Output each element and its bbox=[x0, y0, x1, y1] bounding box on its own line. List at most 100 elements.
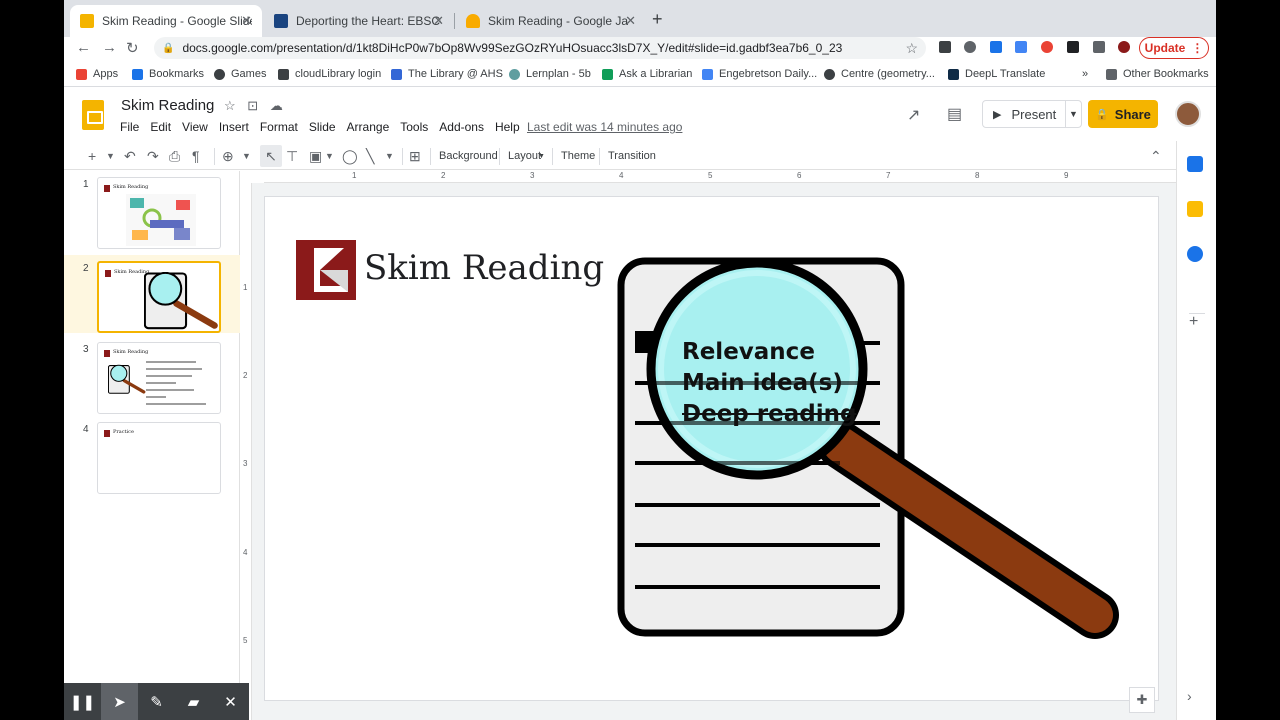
google-slides-logo-icon[interactable] bbox=[82, 100, 104, 130]
bookmark-cloudlibrary[interactable]: cloudLibrary login bbox=[278, 68, 381, 80]
tab-ebscohost[interactable]: Deporting the Heart: EBSCOhost ✕ bbox=[264, 5, 454, 37]
ebsco-favicon-icon bbox=[274, 14, 288, 28]
close-tab-icon[interactable]: ✕ bbox=[625, 13, 636, 29]
undo-icon[interactable]: ↶ bbox=[124, 148, 136, 165]
cloud-saved-icon[interactable]: ☁ bbox=[270, 98, 283, 113]
layout-button[interactable]: Layout bbox=[508, 150, 541, 162]
close-tab-icon[interactable]: ✕ bbox=[241, 13, 252, 29]
menu-insert[interactable]: Insert bbox=[219, 120, 249, 134]
forward-icon[interactable]: → bbox=[102, 39, 117, 56]
bookmark-label: cloudLibrary login bbox=[295, 68, 382, 80]
current-slide[interactable]: Skim Reading Relevance Main idea(s) Deep… bbox=[265, 197, 1158, 700]
transition-button[interactable]: Transition bbox=[608, 150, 656, 162]
extension-icon[interactable] bbox=[939, 41, 951, 53]
add-speaker-notes-icon[interactable]: ✚ bbox=[1129, 687, 1155, 713]
bookmarks-overflow-button[interactable]: » bbox=[1082, 68, 1088, 80]
new-tab-icon[interactable]: + bbox=[652, 9, 663, 30]
image-dropdown-icon[interactable]: ▼ bbox=[325, 151, 334, 161]
slide-thumbnail-2[interactable]: 2 Skim Reading bbox=[64, 255, 240, 333]
share-button[interactable]: 🔒 Share bbox=[1088, 100, 1158, 128]
insert-image-icon[interactable]: ▣ bbox=[309, 148, 322, 165]
keep-icon[interactable] bbox=[1187, 201, 1203, 217]
menu-arrange[interactable]: Arrange bbox=[347, 120, 390, 134]
document-title[interactable]: Skim Reading bbox=[121, 97, 214, 114]
menu-tools[interactable]: Tools bbox=[400, 120, 428, 134]
expand-side-panel-icon[interactable]: › bbox=[1187, 688, 1192, 704]
grid-extension-icon[interactable] bbox=[1067, 41, 1079, 53]
bookmark-apps[interactable]: Apps bbox=[76, 68, 118, 80]
background-button[interactable]: Background bbox=[439, 150, 498, 162]
close-icon[interactable]: ✕ bbox=[212, 683, 249, 720]
reload-icon[interactable]: ↻ bbox=[126, 39, 139, 57]
tab-title: Skim Reading - Google Slides bbox=[102, 14, 252, 28]
slide-title[interactable]: Skim Reading bbox=[364, 248, 604, 288]
magnifier-document-icon[interactable] bbox=[615, 255, 1125, 655]
slide-thumbnail-1[interactable]: 1 Skim Reading bbox=[64, 171, 240, 249]
layout-dropdown-icon[interactable]: ▼ bbox=[538, 153, 545, 160]
add-comment-icon[interactable]: ⊞ bbox=[409, 148, 421, 165]
profile-icon[interactable] bbox=[1118, 41, 1130, 53]
text-box-icon[interactable]: ⊤ bbox=[286, 148, 298, 165]
calendar-icon[interactable] bbox=[1187, 156, 1203, 172]
slide-thumbnail-4[interactable]: 4 Practice bbox=[64, 416, 240, 494]
bookmark-lernplan[interactable]: Lernplan - 5b bbox=[509, 68, 591, 80]
activity-trend-icon[interactable]: ↗ bbox=[907, 105, 920, 125]
bookmark-library-ahs[interactable]: The Library @ AHS bbox=[391, 68, 503, 80]
close-tab-icon[interactable]: ✕ bbox=[433, 13, 444, 29]
pause-icon[interactable]: ❚❚ bbox=[64, 683, 101, 720]
avatar[interactable] bbox=[1175, 101, 1201, 127]
shape-icon[interactable]: ◯ bbox=[342, 148, 358, 165]
select-cursor-icon[interactable]: ↖ bbox=[260, 145, 282, 167]
vpn-extension-icon[interactable] bbox=[990, 41, 1002, 53]
move-folder-icon[interactable]: ⊡ bbox=[247, 98, 258, 113]
bookmark-deepl[interactable]: DeepL Translate bbox=[948, 68, 1045, 80]
zoom-dropdown-icon[interactable]: ▼ bbox=[242, 151, 251, 161]
star-icon[interactable]: ☆ bbox=[224, 98, 236, 113]
menu-format[interactable]: Format bbox=[260, 120, 298, 134]
screencastify-icon[interactable] bbox=[1041, 41, 1053, 53]
bookmark-star-icon[interactable]: ☆ bbox=[905, 40, 918, 57]
menu-help[interactable]: Help bbox=[495, 120, 520, 134]
present-dropdown-icon[interactable]: ▼ bbox=[1065, 101, 1081, 127]
get-addons-icon[interactable]: + bbox=[1189, 313, 1198, 331]
bookmark-games[interactable]: Games bbox=[214, 68, 266, 80]
pointer-icon[interactable]: ➤ bbox=[101, 683, 138, 720]
line-icon[interactable]: ╲ bbox=[366, 148, 374, 165]
slide-thumbnail-3[interactable]: 3 Skim Reading bbox=[64, 336, 240, 414]
present-button[interactable]: ▶ Present ▼ bbox=[982, 100, 1082, 128]
menu-addons[interactable]: Add-ons bbox=[439, 120, 484, 134]
menu-view[interactable]: View bbox=[182, 120, 208, 134]
bookmark-bookmarks[interactable]: Bookmarks bbox=[132, 68, 204, 80]
pen-icon[interactable]: ✎ bbox=[138, 683, 175, 720]
paint-format-icon[interactable]: ¶ bbox=[192, 148, 200, 164]
pinterest-icon[interactable] bbox=[964, 41, 976, 53]
menu-edit[interactable]: Edit bbox=[150, 120, 171, 134]
theme-button[interactable]: Theme bbox=[561, 150, 595, 162]
bookmark-ask-librarian[interactable]: Ask a Librarian bbox=[602, 68, 692, 80]
menu-slide[interactable]: Slide bbox=[309, 120, 336, 134]
line-dropdown-icon[interactable]: ▼ bbox=[385, 151, 394, 161]
highlighter-icon[interactable]: ▰ bbox=[175, 683, 212, 720]
address-bar[interactable]: 🔒 docs.google.com/presentation/d/1kt8DiH… bbox=[154, 37, 926, 59]
menu-file[interactable]: File bbox=[120, 120, 139, 134]
ruler-tick-label: 9 bbox=[1064, 171, 1069, 180]
thumbnail-title: Practice bbox=[113, 429, 134, 435]
zoom-icon[interactable]: ⊕ bbox=[222, 148, 234, 165]
comment-history-icon[interactable]: ▤ bbox=[947, 104, 962, 124]
redo-icon[interactable]: ↷ bbox=[147, 148, 159, 165]
print-icon[interactable]: ⎙ bbox=[169, 148, 180, 165]
bookmark-centre-geometry[interactable]: Centre (geometry... bbox=[824, 68, 935, 80]
tab-google-slides[interactable]: Skim Reading - Google Slides ✕ bbox=[70, 5, 262, 37]
new-slide-icon[interactable]: + bbox=[88, 148, 96, 164]
new-slide-dropdown-icon[interactable]: ▼ bbox=[106, 151, 115, 161]
puzzle-extensions-icon[interactable] bbox=[1093, 41, 1105, 53]
update-button[interactable]: Update ⋮ bbox=[1139, 37, 1209, 59]
other-bookmarks[interactable]: Other Bookmarks bbox=[1106, 68, 1209, 80]
bookmark-engebretson[interactable]: Engebretson Daily... bbox=[702, 68, 817, 80]
last-edit-link[interactable]: Last edit was 14 minutes ago bbox=[527, 120, 682, 134]
screenshot-extension-icon[interactable] bbox=[1015, 41, 1027, 53]
collapse-toolbar-icon[interactable]: ⌃ bbox=[1150, 148, 1162, 165]
tab-jamboard[interactable]: Skim Reading - Google Jamboard ✕ bbox=[456, 5, 646, 37]
back-icon[interactable]: ← bbox=[76, 39, 91, 56]
tasks-icon[interactable] bbox=[1187, 246, 1203, 262]
